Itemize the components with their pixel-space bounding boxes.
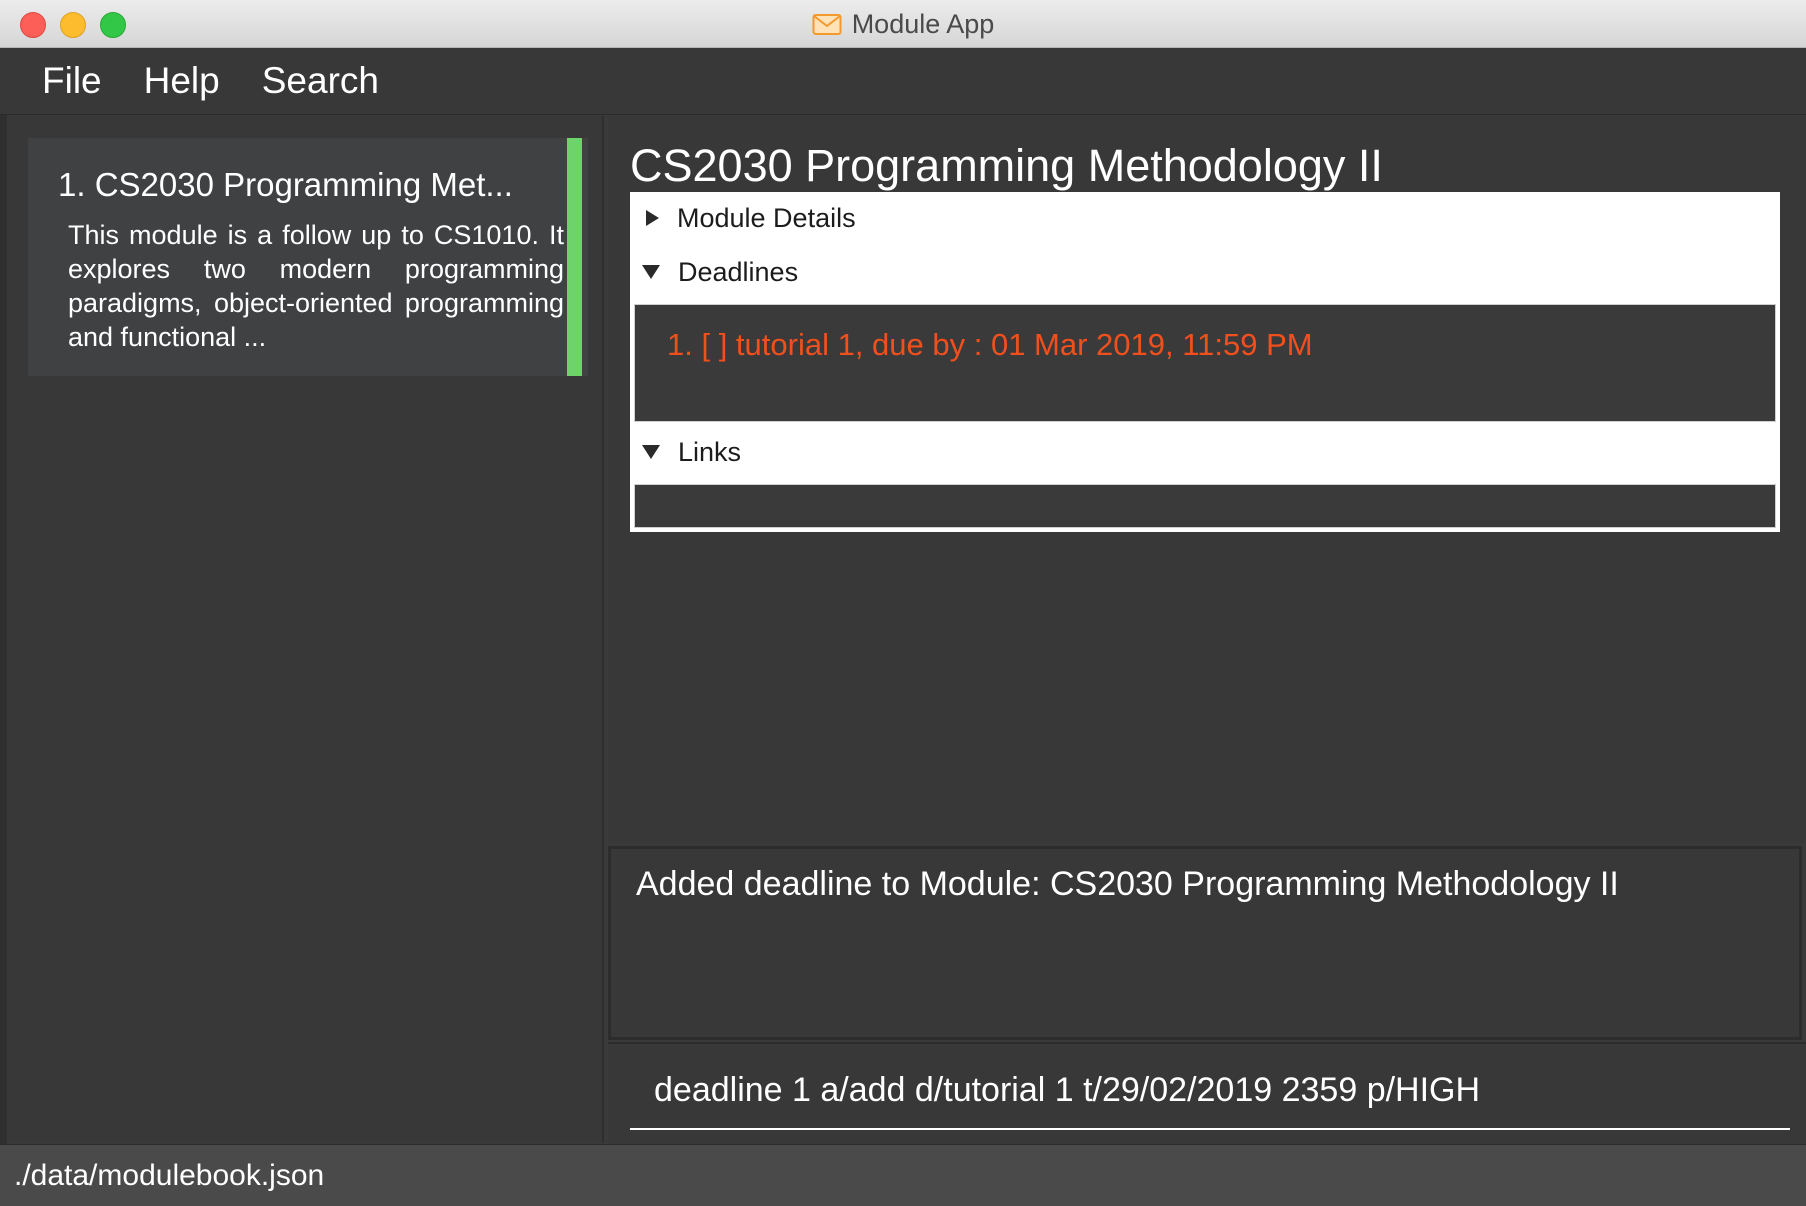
module-card-description: This module is a follow up to CS1010. It… bbox=[68, 220, 564, 352]
window-title: Module App bbox=[851, 8, 995, 39]
command-box bbox=[608, 1042, 1806, 1144]
menu-file[interactable]: File bbox=[42, 60, 102, 102]
module-details-label: Module Details bbox=[677, 202, 856, 233]
menu-help[interactable]: Help bbox=[144, 60, 220, 102]
deadline-item[interactable]: 1. [ ] tutorial 1, due by : 01 Mar 2019,… bbox=[667, 327, 1313, 363]
app-window: Module App File Help Search 1. CS2030 Pr… bbox=[0, 0, 1806, 1206]
module-detail-panel: CS2030 Programming Methodology II Module… bbox=[608, 116, 1806, 843]
module-card[interactable]: 1. CS2030 Programming Met... This module… bbox=[28, 138, 588, 376]
module-details-header[interactable]: Module Details bbox=[630, 192, 1780, 244]
envelope-icon bbox=[812, 12, 842, 36]
selection-indicator bbox=[567, 138, 582, 376]
deadlines-header[interactable]: Deadlines bbox=[630, 246, 1780, 298]
result-message: Added deadline to Module: CS2030 Program… bbox=[636, 865, 1619, 903]
links-header[interactable]: Links bbox=[630, 426, 1780, 478]
chevron-down-icon bbox=[642, 445, 660, 459]
title-wrap: Module App bbox=[0, 0, 1806, 48]
menu-search[interactable]: Search bbox=[262, 60, 379, 102]
module-title: CS2030 Programming Methodology II bbox=[630, 140, 1383, 191]
window-edge bbox=[0, 48, 7, 1144]
save-location: ./data/modulebook.json bbox=[14, 1159, 325, 1192]
status-bar: ./data/modulebook.json bbox=[0, 1144, 1806, 1206]
module-list-panel: 1. CS2030 Programming Met... This module… bbox=[7, 116, 604, 1143]
chevron-right-icon bbox=[646, 210, 659, 226]
command-input[interactable] bbox=[630, 1052, 1790, 1130]
links-list bbox=[634, 484, 1776, 528]
menu-bar: File Help Search bbox=[0, 48, 1806, 115]
result-display: Added deadline to Module: CS2030 Program… bbox=[608, 846, 1802, 1040]
title-bar[interactable]: Module App bbox=[0, 0, 1806, 48]
chevron-down-icon bbox=[642, 265, 660, 279]
module-accordion: Module Details Deadlines 1. [ ] tutorial… bbox=[630, 192, 1780, 532]
links-label: Links bbox=[678, 436, 742, 467]
module-card-title: 1. CS2030 Programming Met... bbox=[58, 166, 513, 203]
deadlines-list: 1. [ ] tutorial 1, due by : 01 Mar 2019,… bbox=[634, 304, 1776, 422]
deadlines-label: Deadlines bbox=[678, 256, 799, 287]
